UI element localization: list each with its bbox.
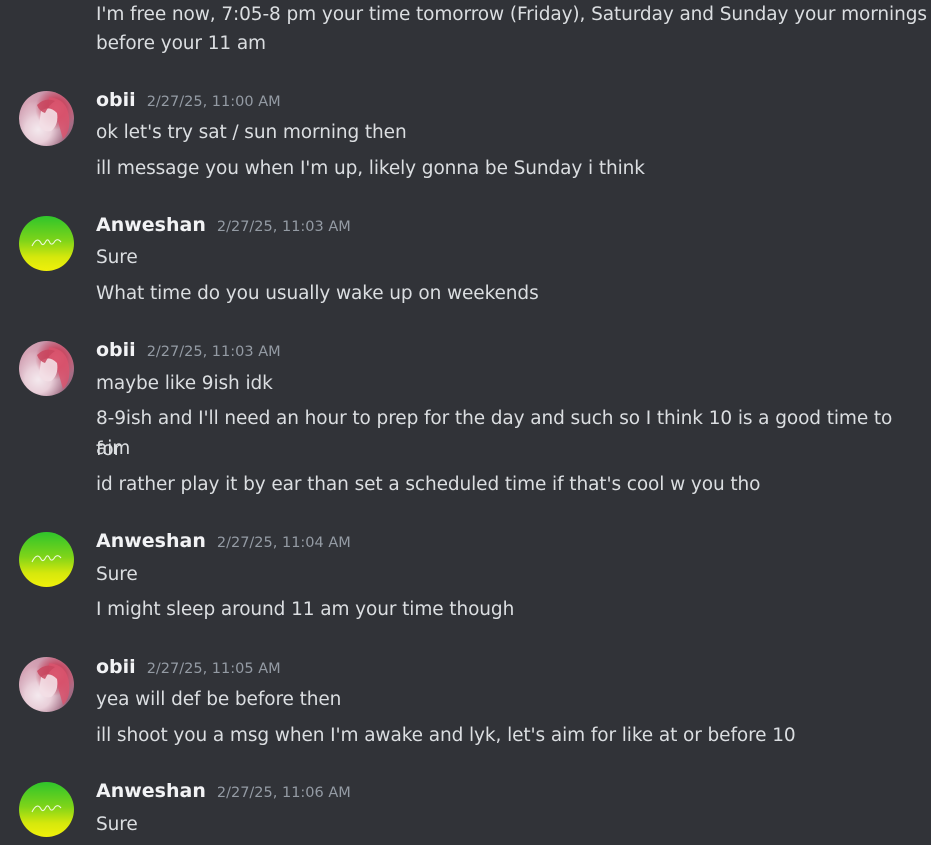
signature-icon [31,805,62,813]
avatar-obii[interactable] [19,341,74,396]
avatar-obii[interactable] [19,91,74,146]
message-timestamp[interactable]: 2/27/25, 11:03 AM [147,344,281,360]
avatar-anweshan[interactable] [19,532,74,587]
author-name[interactable]: Anweshan [96,214,206,236]
avatar-anweshan[interactable] [19,782,74,837]
message-header: Anweshan 2/27/25, 11:03 AM [96,214,351,240]
author-name[interactable]: Anweshan [96,780,206,802]
message-header: obii 2/27/25, 11:05 AM [96,656,281,682]
message-header: Anweshan 2/27/25, 11:06 AM [96,780,351,806]
chat-messages: I'm free now, 7:05-8 pm your time tomorr… [0,0,931,845]
message-line: ok let's try sat / sun morning then [96,122,407,143]
message-line: id rather play it by ear than set a sche… [96,474,761,495]
message-timestamp[interactable]: 2/27/25, 11:06 AM [217,785,351,801]
message-timestamp[interactable]: 2/27/25, 11:04 AM [217,535,351,551]
anime-girl-avatar-icon [37,347,70,389]
anime-girl-avatar-icon [37,97,70,139]
message-line: Sure [96,564,138,585]
message-timestamp[interactable]: 2/27/25, 11:03 AM [217,219,351,235]
author-name[interactable]: obii [96,339,136,361]
avatar-anweshan[interactable] [19,216,74,271]
author-name[interactable]: obii [96,656,136,678]
message-header: Anweshan 2/27/25, 11:04 AM [96,530,351,556]
message-line: I'm free now, 7:05-8 pm your time tomorr… [96,4,927,25]
message-line: maybe like 9ish idk [96,373,273,394]
message-header: obii 2/27/25, 11:03 AM [96,339,281,365]
message-line: Sure [96,247,138,268]
author-name[interactable]: obii [96,89,136,111]
anime-girl-avatar-icon [37,663,70,705]
avatar-obii[interactable] [19,657,74,712]
message-line: for [96,439,122,460]
author-name[interactable]: Anweshan [96,530,206,552]
message-line: yea will def be before then [96,689,342,710]
message-line: ill shoot you a msg when I'm awake and l… [96,725,796,746]
message-timestamp[interactable]: 2/27/25, 11:05 AM [147,661,281,677]
message-line: Sure [96,814,138,835]
message-timestamp[interactable]: 2/27/25, 11:00 AM [147,94,281,110]
message-line: I might sleep around 11 am your time tho… [96,599,515,620]
message-line: What time do you usually wake up on week… [96,283,539,304]
message-line: before your 11 am [96,33,266,54]
signature-icon [31,239,62,247]
message-line: ill message you when I'm up, likely gonn… [96,158,645,179]
signature-icon [31,555,62,563]
message-header: obii 2/27/25, 11:00 AM [96,89,281,115]
